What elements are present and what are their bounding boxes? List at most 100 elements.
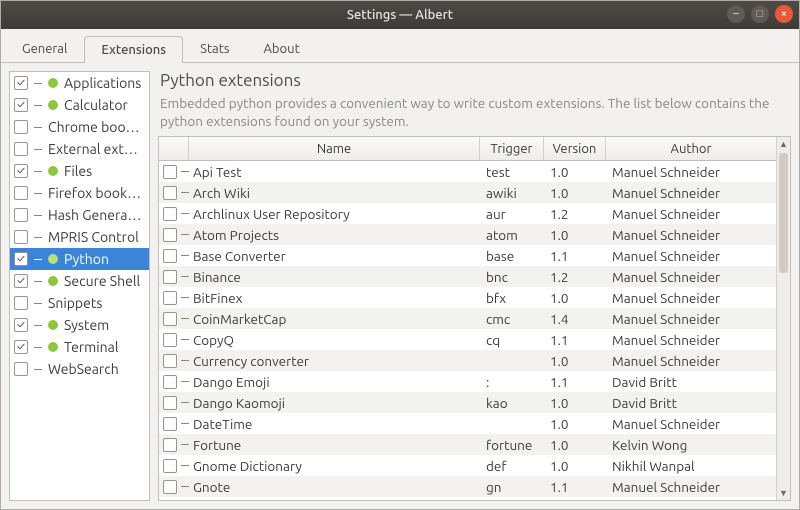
table-row[interactable]: Archlinux User Repositoryaur1.2Manuel Sc… — [159, 203, 776, 224]
row-checkbox[interactable] — [163, 417, 177, 431]
column-author[interactable]: Author — [606, 137, 776, 160]
row-enable-cell[interactable] — [159, 228, 189, 242]
row-enable-cell[interactable] — [159, 333, 189, 347]
extension-item[interactable]: Snippets — [10, 292, 149, 314]
row-enable-cell[interactable] — [159, 165, 189, 179]
table-row[interactable]: CoinMarketCapcmc1.4Manuel Schneider — [159, 308, 776, 329]
table-row[interactable]: BitFinexbfx1.0Manuel Schneider — [159, 287, 776, 308]
row-enable-cell[interactable] — [159, 459, 189, 473]
table-row[interactable]: Binancebnc1.2Manuel Schneider — [159, 266, 776, 287]
row-checkbox[interactable] — [163, 186, 177, 200]
extension-item[interactable]: ✓Terminal — [10, 336, 149, 358]
row-enable-cell[interactable] — [159, 291, 189, 305]
row-enable-cell[interactable] — [159, 207, 189, 221]
row-checkbox[interactable] — [163, 480, 177, 494]
row-enable-cell[interactable] — [159, 186, 189, 200]
extension-label: Snippets — [48, 295, 102, 311]
row-enable-cell[interactable] — [159, 375, 189, 389]
table-row[interactable]: DateTime1.0Manuel Schneider — [159, 413, 776, 434]
row-checkbox[interactable] — [163, 333, 177, 347]
tab-extensions[interactable]: Extensions — [84, 36, 183, 63]
titlebar[interactable]: Settings — Albert – □ × — [1, 1, 799, 29]
row-checkbox[interactable] — [163, 354, 177, 368]
extension-checkbox[interactable]: ✓ — [14, 252, 28, 266]
row-checkbox[interactable] — [163, 165, 177, 179]
row-enable-cell[interactable] — [159, 438, 189, 452]
table-row[interactable]: Api Testtest1.0Manuel Schneider — [159, 161, 776, 182]
column-trigger[interactable]: Trigger — [480, 137, 544, 160]
table-row[interactable]: Atom Projectsatom1.0Manuel Schneider — [159, 224, 776, 245]
extension-item[interactable]: External extensions — [10, 138, 149, 160]
row-enable-cell[interactable] — [159, 396, 189, 410]
row-author: Manuel Schneider — [606, 416, 776, 432]
row-checkbox[interactable] — [163, 228, 177, 242]
row-checkbox[interactable] — [163, 312, 177, 326]
extension-item[interactable]: MPRIS Control — [10, 226, 149, 248]
table-row[interactable]: Fortunefortune1.0Kelvin Wong — [159, 434, 776, 455]
extension-checkbox[interactable]: ✓ — [14, 318, 28, 332]
row-enable-cell[interactable] — [159, 249, 189, 263]
tab-stats[interactable]: Stats — [183, 35, 246, 62]
row-checkbox[interactable] — [163, 270, 177, 284]
extension-checkbox[interactable]: ✓ — [14, 340, 28, 354]
extension-checkbox[interactable] — [14, 186, 28, 200]
row-author: Manuel Schneider — [606, 227, 776, 243]
row-checkbox[interactable] — [163, 375, 177, 389]
row-checkbox[interactable] — [163, 438, 177, 452]
row-enable-cell[interactable] — [159, 417, 189, 431]
extension-item[interactable]: ✓Secure Shell — [10, 270, 149, 292]
table-row[interactable]: Currency converter1.0Manuel Schneider — [159, 350, 776, 371]
row-checkbox[interactable] — [163, 207, 177, 221]
tree-branch-icon — [34, 325, 42, 326]
table-row[interactable]: CopyQcq1.1Manuel Schneider — [159, 329, 776, 350]
extension-item[interactable]: Firefox bookmarks — [10, 182, 149, 204]
column-name[interactable]: Name — [189, 137, 480, 160]
extension-item[interactable]: ✓Python — [10, 248, 149, 270]
column-enabled[interactable] — [159, 137, 189, 160]
table-row[interactable]: Gnotegn1.1Manuel Schneider — [159, 476, 776, 497]
scroll-down-icon[interactable]: ▼ — [777, 486, 790, 500]
extension-checkbox[interactable] — [14, 120, 28, 134]
row-enable-cell[interactable] — [159, 480, 189, 494]
extensions-list[interactable]: ✓Applications✓CalculatorChrome bookmarks… — [9, 71, 150, 501]
vertical-scrollbar[interactable]: ▲ ▼ — [776, 137, 790, 500]
extension-checkbox[interactable] — [14, 362, 28, 376]
table-row[interactable]: Dango Emoji:1.1David Britt — [159, 371, 776, 392]
extension-item[interactable]: Chrome bookmarks — [10, 116, 149, 138]
row-checkbox[interactable] — [163, 459, 177, 473]
extension-item[interactable]: ✓Applications — [10, 72, 149, 94]
row-enable-cell[interactable] — [159, 354, 189, 368]
row-checkbox[interactable] — [163, 291, 177, 305]
extension-item[interactable]: ✓System — [10, 314, 149, 336]
row-enable-cell[interactable] — [159, 270, 189, 284]
extension-checkbox[interactable]: ✓ — [14, 76, 28, 90]
tab-general[interactable]: General — [5, 35, 84, 62]
extension-checkbox[interactable] — [14, 296, 28, 310]
extension-item[interactable]: ✓Files — [10, 160, 149, 182]
row-checkbox[interactable] — [163, 396, 177, 410]
scroll-thumb[interactable] — [779, 153, 788, 273]
table-row[interactable]: Base Converterbase1.1Manuel Schneider — [159, 245, 776, 266]
extension-checkbox[interactable] — [14, 142, 28, 156]
extension-checkbox[interactable] — [14, 230, 28, 244]
tree-branch-icon — [34, 259, 42, 260]
tab-about[interactable]: About — [246, 35, 316, 62]
minimize-button[interactable]: – — [727, 5, 745, 23]
extension-checkbox[interactable]: ✓ — [14, 274, 28, 288]
maximize-button[interactable]: □ — [751, 5, 769, 23]
extension-item[interactable]: Hash Generator — [10, 204, 149, 226]
extension-checkbox[interactable]: ✓ — [14, 164, 28, 178]
column-version[interactable]: Version — [544, 137, 606, 160]
table-row[interactable]: Dango Kaomojikao1.0David Britt — [159, 392, 776, 413]
extension-item[interactable]: ✓Calculator — [10, 94, 149, 116]
extension-item[interactable]: WebSearch — [10, 358, 149, 380]
row-name: Gnote — [189, 479, 480, 495]
table-row[interactable]: Gnome Dictionarydef1.0Nikhil Wanpal — [159, 455, 776, 476]
extension-checkbox[interactable]: ✓ — [14, 98, 28, 112]
close-button[interactable]: × — [775, 5, 793, 23]
table-row[interactable]: Arch Wikiawiki1.0Manuel Schneider — [159, 182, 776, 203]
scroll-up-icon[interactable]: ▲ — [777, 137, 790, 151]
row-checkbox[interactable] — [163, 249, 177, 263]
row-enable-cell[interactable] — [159, 312, 189, 326]
extension-checkbox[interactable] — [14, 208, 28, 222]
